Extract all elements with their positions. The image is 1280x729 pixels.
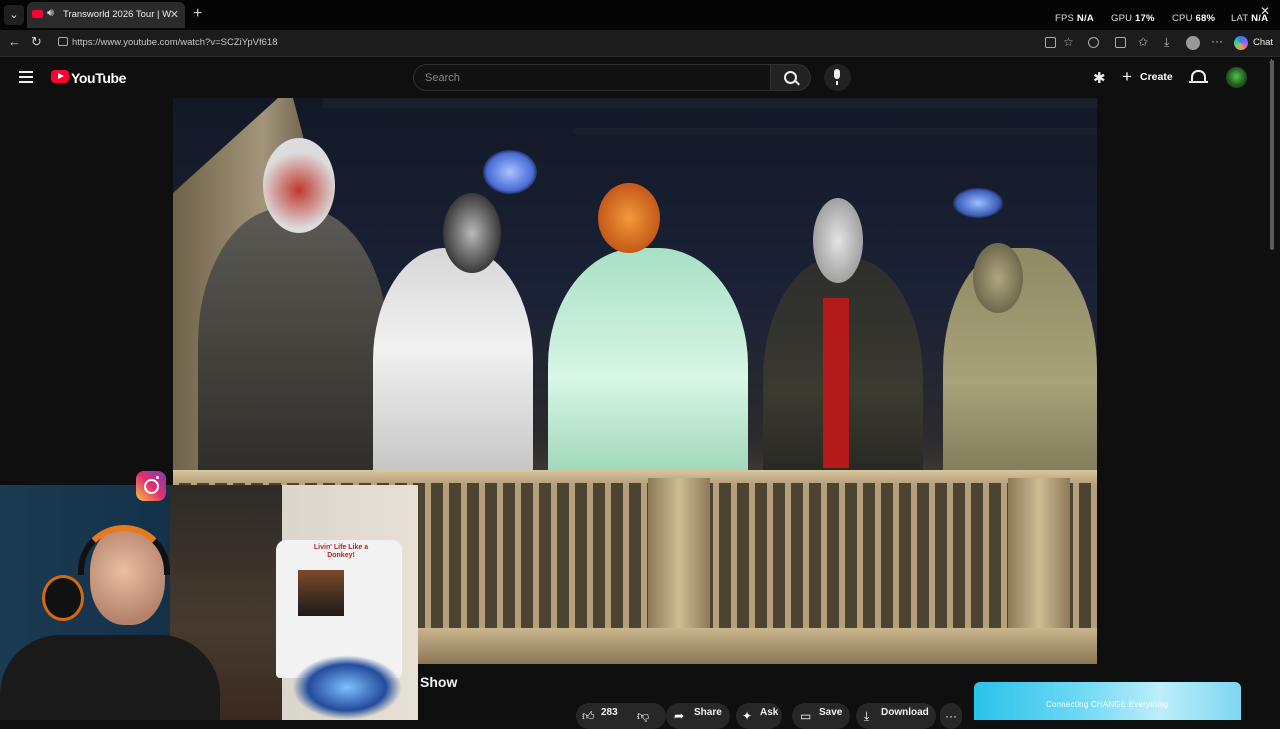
back-icon[interactable]: ← [8, 34, 21, 49]
save-label: Save [819, 707, 843, 718]
chat-button[interactable]: Chat [1253, 37, 1273, 48]
tab-list-chevron-down-icon[interactable]: ⌄ [4, 5, 24, 25]
streamer-body [0, 635, 220, 720]
headset-earcup [42, 575, 84, 621]
headset [78, 525, 170, 575]
window-close-icon[interactable]: ✕ [1260, 4, 1270, 18]
youtube-logo-text[interactable]: YouTube [71, 70, 126, 86]
more-icon[interactable]: ··· [1211, 34, 1223, 48]
extension-icon[interactable] [1088, 37, 1099, 48]
download-icon: ⤓ [864, 709, 870, 723]
like-dislike-button[interactable]: 👍︎ 283 👎︎ [576, 703, 666, 729]
plus-icon: + [1122, 67, 1132, 86]
more-actions-button[interactable]: ··· [940, 703, 962, 729]
split-screen-icon[interactable] [1045, 37, 1056, 48]
scrollbar[interactable]: ▲ [1268, 58, 1276, 720]
lamp-glow [292, 655, 402, 720]
lock-icon [58, 37, 68, 46]
share-button[interactable]: ➦ Share [666, 703, 730, 729]
url-text[interactable]: https://www.youtube.com/watch?v=SCZiYpVf… [72, 37, 278, 48]
tab-close-icon[interactable]: ✕ [170, 8, 179, 21]
white-ghost-figure [373, 248, 533, 498]
download-label: Download [881, 707, 929, 718]
profile-icon[interactable] [1186, 36, 1200, 50]
share-label: Share [694, 707, 722, 718]
tracking-icon[interactable] [1115, 37, 1126, 48]
ask-button[interactable]: ✦ Ask [736, 703, 782, 729]
reload-icon[interactable]: ↻ [31, 34, 42, 50]
stage-light [483, 150, 537, 194]
shirt-text: Livin' Life Like a Donkey! [313, 544, 369, 559]
create-label: Create [1140, 71, 1173, 83]
url-field[interactable]: https://www.youtube.com/watch?v=SCZiYpVf… [52, 33, 1092, 53]
zombie-figure [198, 208, 388, 508]
webcam-overlay: Livin' Life Like a Donkey! [0, 485, 418, 720]
ask-icon: ✦ [742, 709, 753, 723]
gpu-readout: GPU 17% [1111, 13, 1155, 24]
star-icon[interactable]: ☆ [1063, 35, 1074, 49]
address-bar-row: ← ↻ https://www.youtube.com/watch?v=SCZi… [0, 30, 1280, 57]
download-button[interactable]: ⤓ Download [856, 703, 936, 729]
notification-text: Connecting CHANGE Everything [1046, 700, 1169, 709]
search-input[interactable]: Search [413, 64, 771, 91]
youtube-logo-icon[interactable] [51, 70, 69, 83]
favorites-icon[interactable]: ✩ [1138, 35, 1148, 49]
save-button[interactable]: ▭ Save [792, 703, 850, 729]
fps-readout: FPS N/A [1055, 13, 1094, 24]
browser-tab[interactable]: 🔊︎ Transworld 2026 Tour | World ✕ [27, 2, 185, 28]
share-icon: ➦ [674, 709, 685, 723]
create-button[interactable]: + Create [1118, 65, 1183, 90]
like-icon[interactable]: 👍︎ [582, 706, 595, 726]
bell-icon[interactable] [1189, 70, 1208, 83]
search-icon [784, 71, 797, 84]
green-ghost-figure [548, 248, 748, 508]
copilot-icon[interactable] [1234, 36, 1248, 50]
ask-label: Ask [760, 707, 779, 718]
notification-banner[interactable]: Connecting CHANGE Everything [974, 682, 1241, 720]
more-icon: ··· [945, 709, 957, 723]
browser-tab-bar: ⌄ 🔊︎ Transworld 2026 Tour | World ✕ + FP… [0, 0, 1280, 30]
save-icon: ▭ [800, 709, 812, 723]
search-placeholder: Search [425, 72, 460, 84]
voice-search-button[interactable] [824, 64, 851, 91]
like-count: 283 [601, 707, 618, 718]
stage-light [953, 188, 1003, 218]
download-icon[interactable]: ⤓ [1164, 35, 1169, 50]
avatar[interactable] [1226, 67, 1247, 88]
tab-title: Transworld 2026 Tour | World [63, 9, 171, 20]
new-tab-button[interactable]: + [193, 5, 202, 23]
mic-icon [834, 69, 840, 79]
youtube-favicon-icon [32, 10, 43, 18]
speaker-icon[interactable]: 🔊︎ [47, 7, 54, 20]
gear-icon[interactable]: ✱ [1093, 69, 1106, 87]
search-button[interactable] [771, 64, 811, 91]
menu-icon[interactable] [19, 71, 33, 86]
youtube-masthead: YouTube Search ✱ + Create [0, 57, 1280, 98]
cpu-readout: CPU 68% [1172, 13, 1216, 24]
video-title: Show [420, 674, 458, 690]
scroll-thumb[interactable] [1270, 60, 1274, 250]
dislike-icon[interactable]: 👎︎ [637, 706, 649, 726]
instagram-icon [136, 471, 166, 501]
